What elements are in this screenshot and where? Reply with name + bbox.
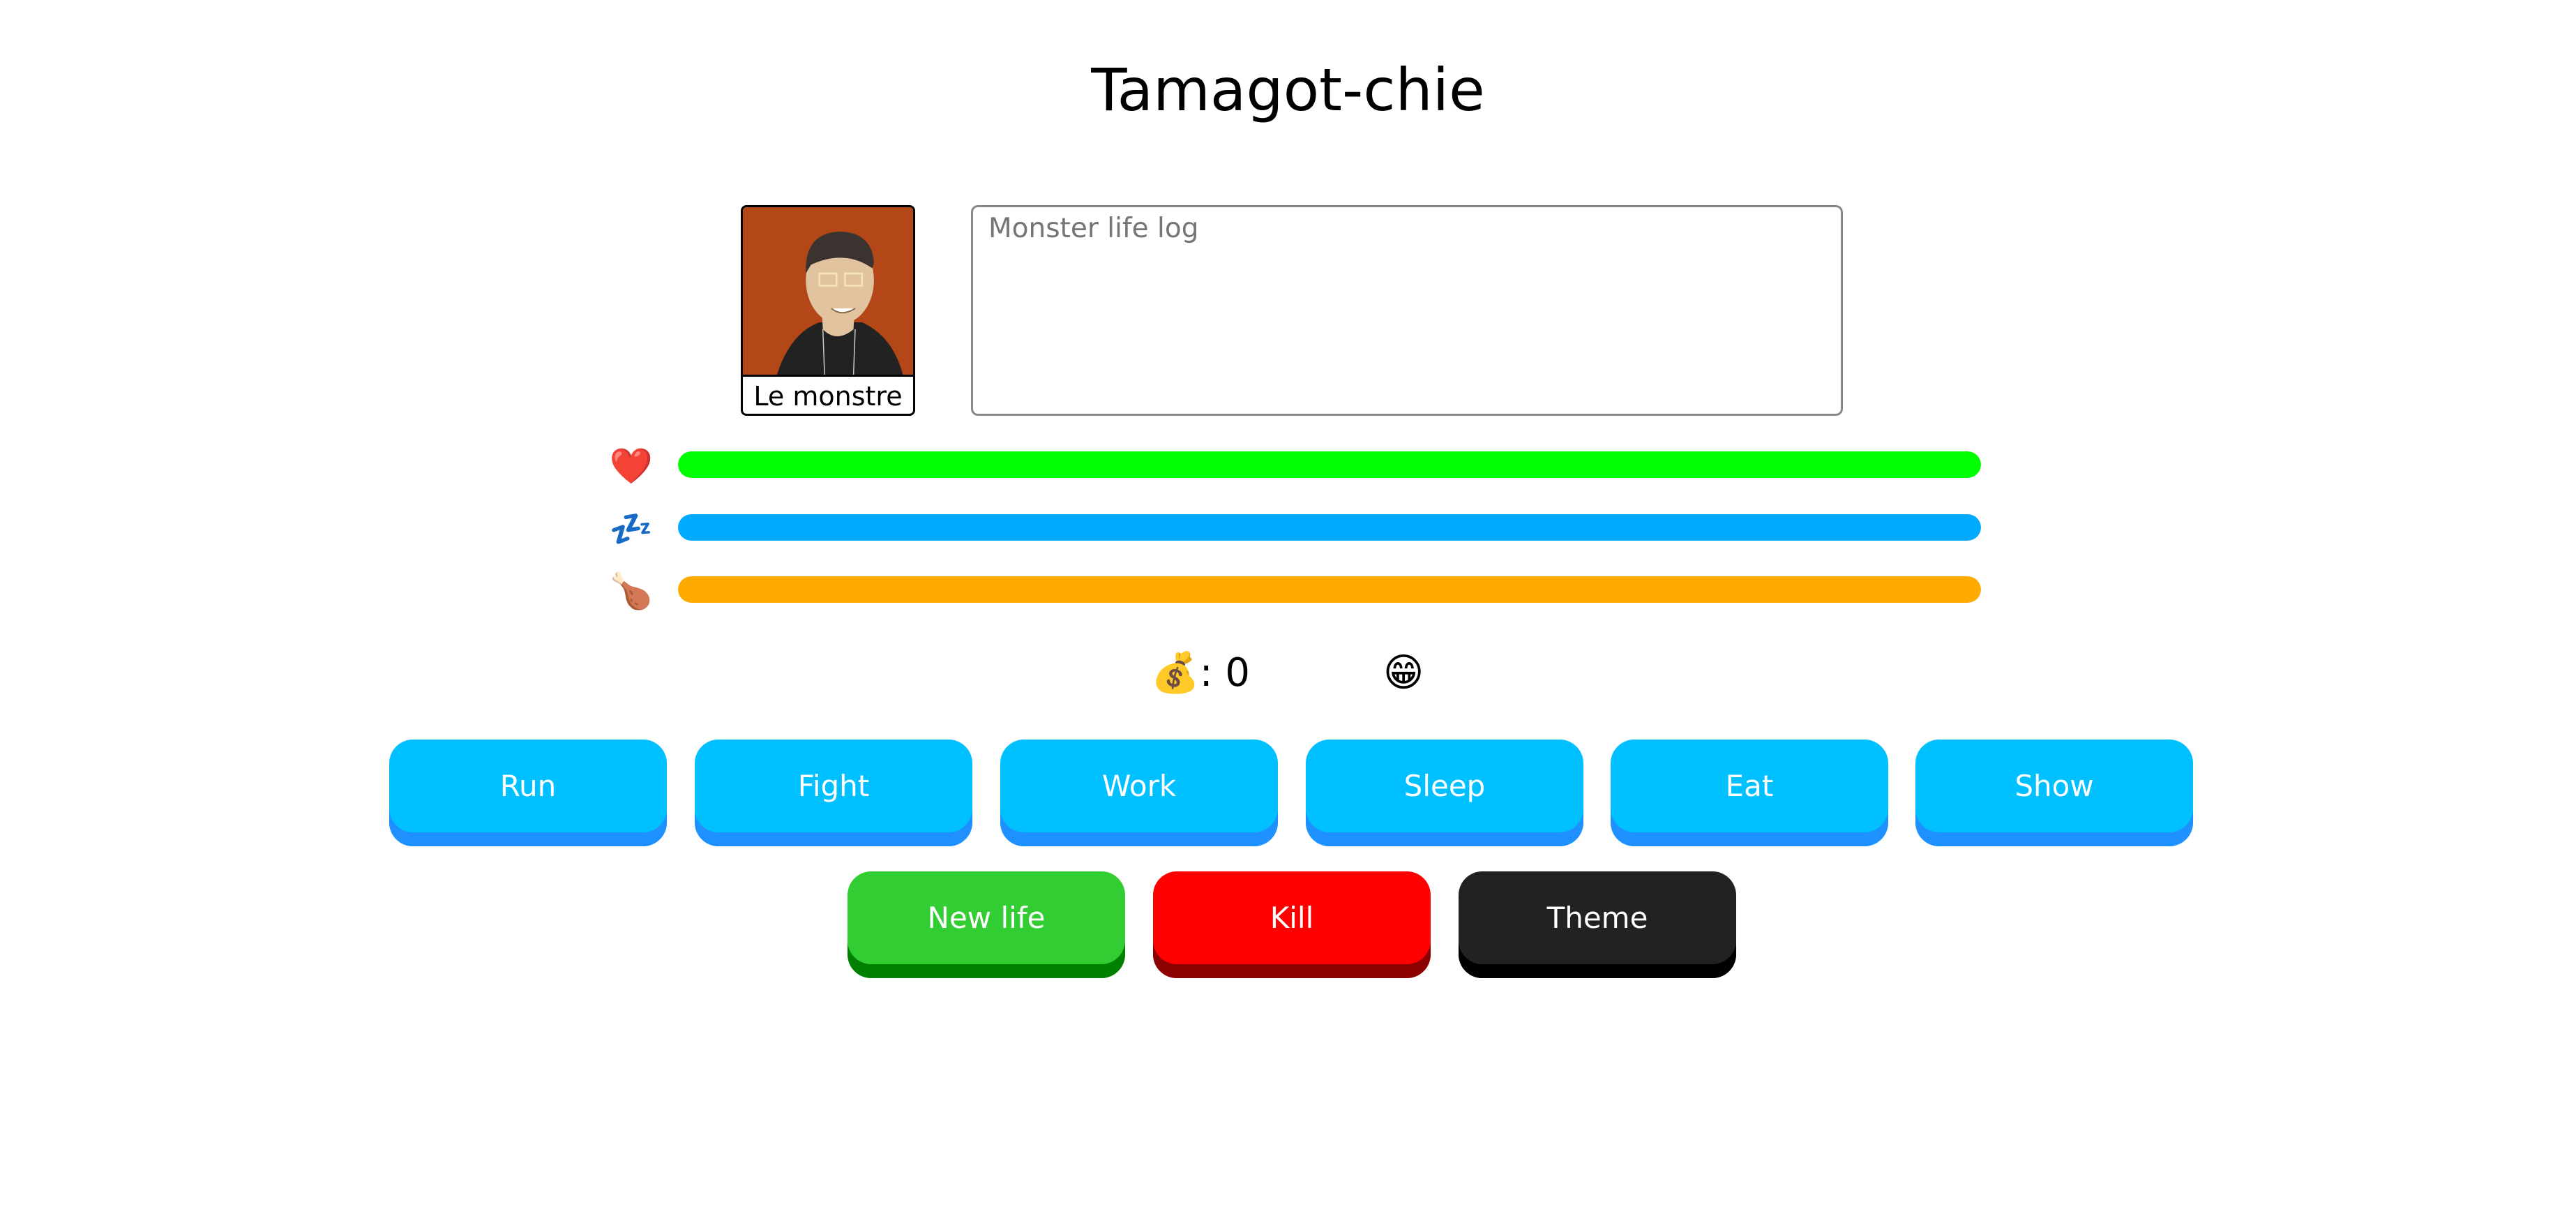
sleep-bar [678,514,1981,541]
kill-button[interactable]: Kill [1153,871,1431,978]
eat-button[interactable]: Eat [1611,740,1888,846]
theme-button[interactable]: Theme [1459,871,1736,978]
page-title: Tamagot-chie [1091,56,1485,124]
money-display: 💰: 0 [1151,649,1250,698]
sleep-bar-fill [678,514,1981,541]
money-bag-icon: 💰 [1151,650,1200,696]
life-log-textarea[interactable] [971,205,1843,416]
heart-icon: ❤️ [609,446,654,486]
health-bar [678,451,1981,478]
health-bar-fill [678,451,1981,478]
food-bar-fill [678,576,1981,603]
mood-emoji-icon: 😁 [1383,650,1424,696]
run-button[interactable]: Run [389,740,667,846]
monster-name: Le monstre [743,375,913,414]
money-value: : 0 [1199,650,1251,696]
drumstick-icon: 🍗 [609,571,654,611]
fight-button[interactable]: Fight [695,740,972,846]
new-life-button[interactable]: New life [848,871,1125,978]
monster-card: Le monstre [741,205,915,416]
zzz-icon: 💤 [609,509,654,549]
work-button[interactable]: Work [1000,740,1278,846]
monster-avatar-image [743,207,913,375]
show-button[interactable]: Show [1915,740,2193,846]
sleep-button[interactable]: Sleep [1306,740,1583,846]
food-bar [678,576,1981,603]
